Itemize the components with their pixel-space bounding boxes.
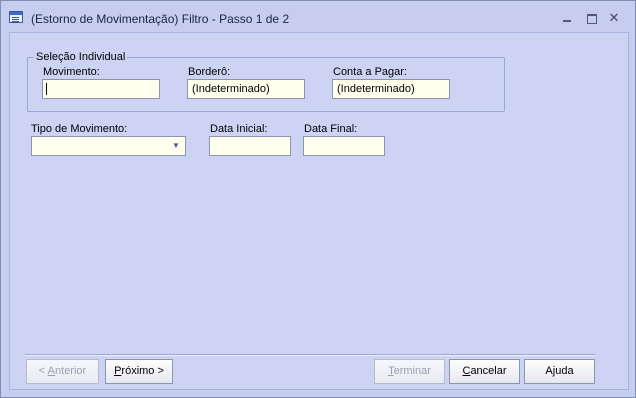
anterior-mnemonic: A [47, 365, 56, 377]
minimize-icon[interactable] [560, 12, 574, 24]
conta-pagar-input[interactable]: (Indeterminado) [332, 79, 450, 99]
individual-selection-group: Seleção Individual Movimento: Borderô: (… [27, 51, 505, 112]
terminar-label-rest: erminar [393, 365, 431, 377]
close-icon[interactable]: ✕ [607, 11, 621, 24]
cancelar-label-rest: ancelar [470, 365, 507, 377]
bordero-value: (Indeterminado) [192, 83, 270, 95]
bordero-label: Borderô: [188, 66, 231, 78]
ajuda-button[interactable]: Ajuda [524, 359, 595, 384]
anterior-button[interactable]: < Anterior [26, 359, 99, 384]
cancelar-button[interactable]: Cancelar [449, 359, 520, 384]
group-title: Seleção Individual [34, 51, 128, 63]
maximize-icon[interactable] [584, 12, 598, 24]
bordero-input[interactable]: (Indeterminado) [187, 79, 305, 99]
proximo-label-rest: róximo > [121, 365, 164, 377]
data-final-label: Data Final: [304, 123, 358, 135]
tipo-movimento-label: Tipo de Movimento: [31, 123, 128, 135]
tipo-movimento-select[interactable]: ▼ [31, 136, 186, 156]
anterior-label-rest: nterior [55, 365, 87, 377]
data-final-input[interactable] [303, 136, 385, 156]
app-form-icon[interactable] [9, 11, 23, 23]
window-title: (Estorno de Movimentação) Filtro - Passo… [31, 12, 290, 26]
movimento-input[interactable] [42, 79, 160, 99]
movimento-label: Movimento: [43, 66, 100, 78]
text-caret [46, 83, 47, 95]
chevron-down-icon[interactable]: ▼ [168, 138, 184, 154]
wizard-window: (Estorno de Movimentação) Filtro - Passo… [0, 0, 636, 398]
proximo-button[interactable]: Próximo > [105, 359, 173, 384]
data-inicial-label: Data Inicial: [210, 123, 268, 135]
title-bar[interactable]: (Estorno de Movimentação) Filtro - Passo… [1, 1, 635, 31]
anterior-prefix: < [38, 365, 48, 377]
conta-pagar-value: (Indeterminado) [337, 83, 415, 95]
data-inicial-input[interactable] [209, 136, 291, 156]
conta-pagar-label: Conta a Pagar: [333, 66, 407, 78]
button-divider [25, 354, 596, 356]
terminar-button[interactable]: Terminar [374, 359, 445, 384]
wizard-content-panel: Seleção Individual Movimento: Borderô: (… [9, 32, 629, 390]
